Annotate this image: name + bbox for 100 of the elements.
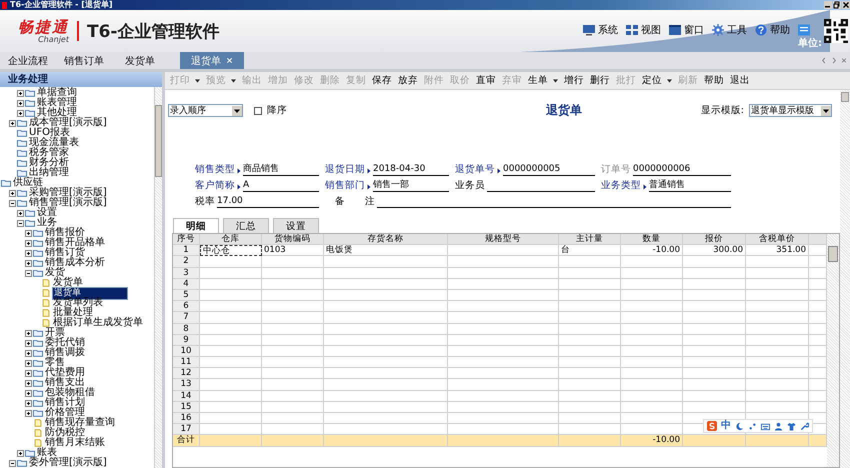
table-cell[interactable] [324, 413, 448, 424]
expander-icon[interactable] [9, 190, 16, 196]
help-icon[interactable] [754, 24, 768, 36]
table-cell[interactable] [448, 268, 559, 279]
expander-icon[interactable] [17, 90, 24, 96]
expander-icon[interactable] [25, 250, 32, 256]
table-cell[interactable] [448, 290, 559, 302]
table-cell[interactable] [683, 290, 746, 302]
table-cell[interactable] [448, 334, 559, 346]
expander-icon[interactable] [25, 360, 32, 366]
tab[interactable]: 企业流程 [0, 52, 56, 69]
table-cell[interactable]: 中心仓 [200, 245, 262, 256]
table-cell[interactable] [621, 402, 683, 413]
tab[interactable]: 汇总 [223, 218, 269, 233]
table-cell[interactable] [448, 346, 559, 358]
tree-item[interactable]: 发货单列表 [52, 298, 104, 308]
table-cell[interactable] [200, 357, 262, 368]
table-cell[interactable] [621, 312, 683, 324]
tree-item[interactable]: 账表 [36, 448, 58, 458]
table-cell[interactable] [200, 268, 262, 279]
table-cell[interactable] [448, 278, 559, 290]
table-cell[interactable] [324, 346, 448, 358]
column-header[interactable]: 货物编码 [262, 234, 324, 246]
table-cell[interactable] [746, 379, 809, 391]
table-cell[interactable] [559, 278, 621, 290]
dropdown-icon[interactable] [667, 78, 672, 82]
tree-item[interactable]: 税务管家 [28, 148, 70, 158]
table-cell[interactable] [200, 256, 262, 268]
input-field[interactable]: 销售一部 [373, 180, 449, 192]
keyboard-icon[interactable] [761, 422, 770, 430]
table-cell[interactable]: 台 [559, 245, 621, 256]
toolbar-button[interactable]: 增行 [561, 74, 587, 87]
toolbar-button[interactable]: 删行 [587, 74, 613, 87]
checkbox[interactable] [254, 106, 262, 114]
table-cell[interactable] [448, 379, 559, 391]
table-cell[interactable] [324, 301, 448, 312]
tree-item[interactable]: 批量处理 [52, 308, 94, 318]
table-cell[interactable] [200, 278, 262, 290]
table-cell[interactable] [448, 312, 559, 324]
tree-item[interactable]: 销售订货 [44, 248, 86, 258]
table-cell[interactable] [746, 268, 809, 279]
input-field[interactable]: 商品销售 [243, 164, 319, 176]
toolbar-button[interactable]: 生单 [525, 74, 561, 87]
table-cell[interactable] [683, 379, 746, 391]
tree-item[interactable]: 成本管理[演示版] [28, 118, 108, 128]
toolbar-button[interactable]: 保存 [369, 74, 395, 87]
table-cell[interactable] [448, 413, 559, 424]
table-cell[interactable] [200, 379, 262, 391]
table-cell[interactable] [200, 402, 262, 413]
tree-item[interactable]: 委托代销 [44, 338, 86, 348]
tree-item[interactable]: 销售支出 [44, 378, 86, 388]
table-cell[interactable] [559, 334, 621, 346]
table-cell[interactable] [200, 324, 262, 335]
gear-icon[interactable] [711, 24, 725, 36]
punctuation-icon[interactable] [748, 422, 757, 430]
expander-icon[interactable] [25, 390, 32, 396]
menu-item[interactable]: 工具 [727, 23, 747, 37]
table-cell[interactable] [200, 312, 262, 324]
user-icon[interactable] [774, 422, 783, 430]
input-method-menu[interactable]: 中 [703, 419, 813, 433]
tree-item[interactable]: 销售成本分析 [44, 258, 106, 268]
table-cell[interactable] [746, 256, 809, 268]
table-cell[interactable] [200, 390, 262, 402]
scroll-right-icon[interactable] [831, 57, 837, 64]
input-field[interactable]: 17.00 [217, 196, 319, 208]
table-cell[interactable] [746, 334, 809, 346]
table-cell[interactable] [262, 379, 324, 391]
scrollbar[interactable] [840, 90, 850, 468]
dropdown-icon[interactable] [553, 78, 558, 82]
tree-item[interactable]: 其他处理 [36, 108, 78, 118]
table-cell[interactable] [683, 402, 746, 413]
table-cell[interactable]: 351.00 [746, 245, 809, 256]
expander-icon[interactable] [25, 230, 32, 236]
table-cell[interactable] [448, 390, 559, 402]
table-cell[interactable] [559, 413, 621, 424]
ime-logo-icon[interactable] [707, 421, 717, 431]
tree-item[interactable]: 销售月末结账 [44, 438, 106, 448]
close-icon[interactable] [842, 1, 850, 9]
table-cell[interactable] [200, 413, 262, 424]
table-cell[interactable] [200, 346, 262, 358]
scrollbar[interactable] [827, 234, 839, 467]
tree-item[interactable]: 出纳管理 [28, 168, 70, 178]
table-cell[interactable] [559, 312, 621, 324]
table-cell[interactable] [559, 256, 621, 268]
moon-icon[interactable] [735, 422, 744, 430]
table-cell[interactable] [621, 268, 683, 279]
table-cell[interactable] [621, 278, 683, 290]
tree-item[interactable]: 销售调拨 [44, 348, 86, 358]
tree-item[interactable]: 防伪税控 [44, 428, 86, 438]
expander-icon[interactable] [25, 350, 32, 356]
table-cell[interactable] [262, 301, 324, 312]
tree-item[interactable]: 价格管理 [44, 408, 86, 418]
table-cell[interactable] [324, 357, 448, 368]
toolbar-button[interactable]: 放弃 [395, 74, 421, 87]
tree-item[interactable]: 委外管理[演示版] [28, 458, 108, 468]
table-cell[interactable] [746, 390, 809, 402]
table-cell[interactable] [448, 357, 559, 368]
table-cell[interactable] [746, 368, 809, 380]
sort-select[interactable]: 录入顺序 [168, 104, 243, 117]
table-cell[interactable] [621, 324, 683, 335]
